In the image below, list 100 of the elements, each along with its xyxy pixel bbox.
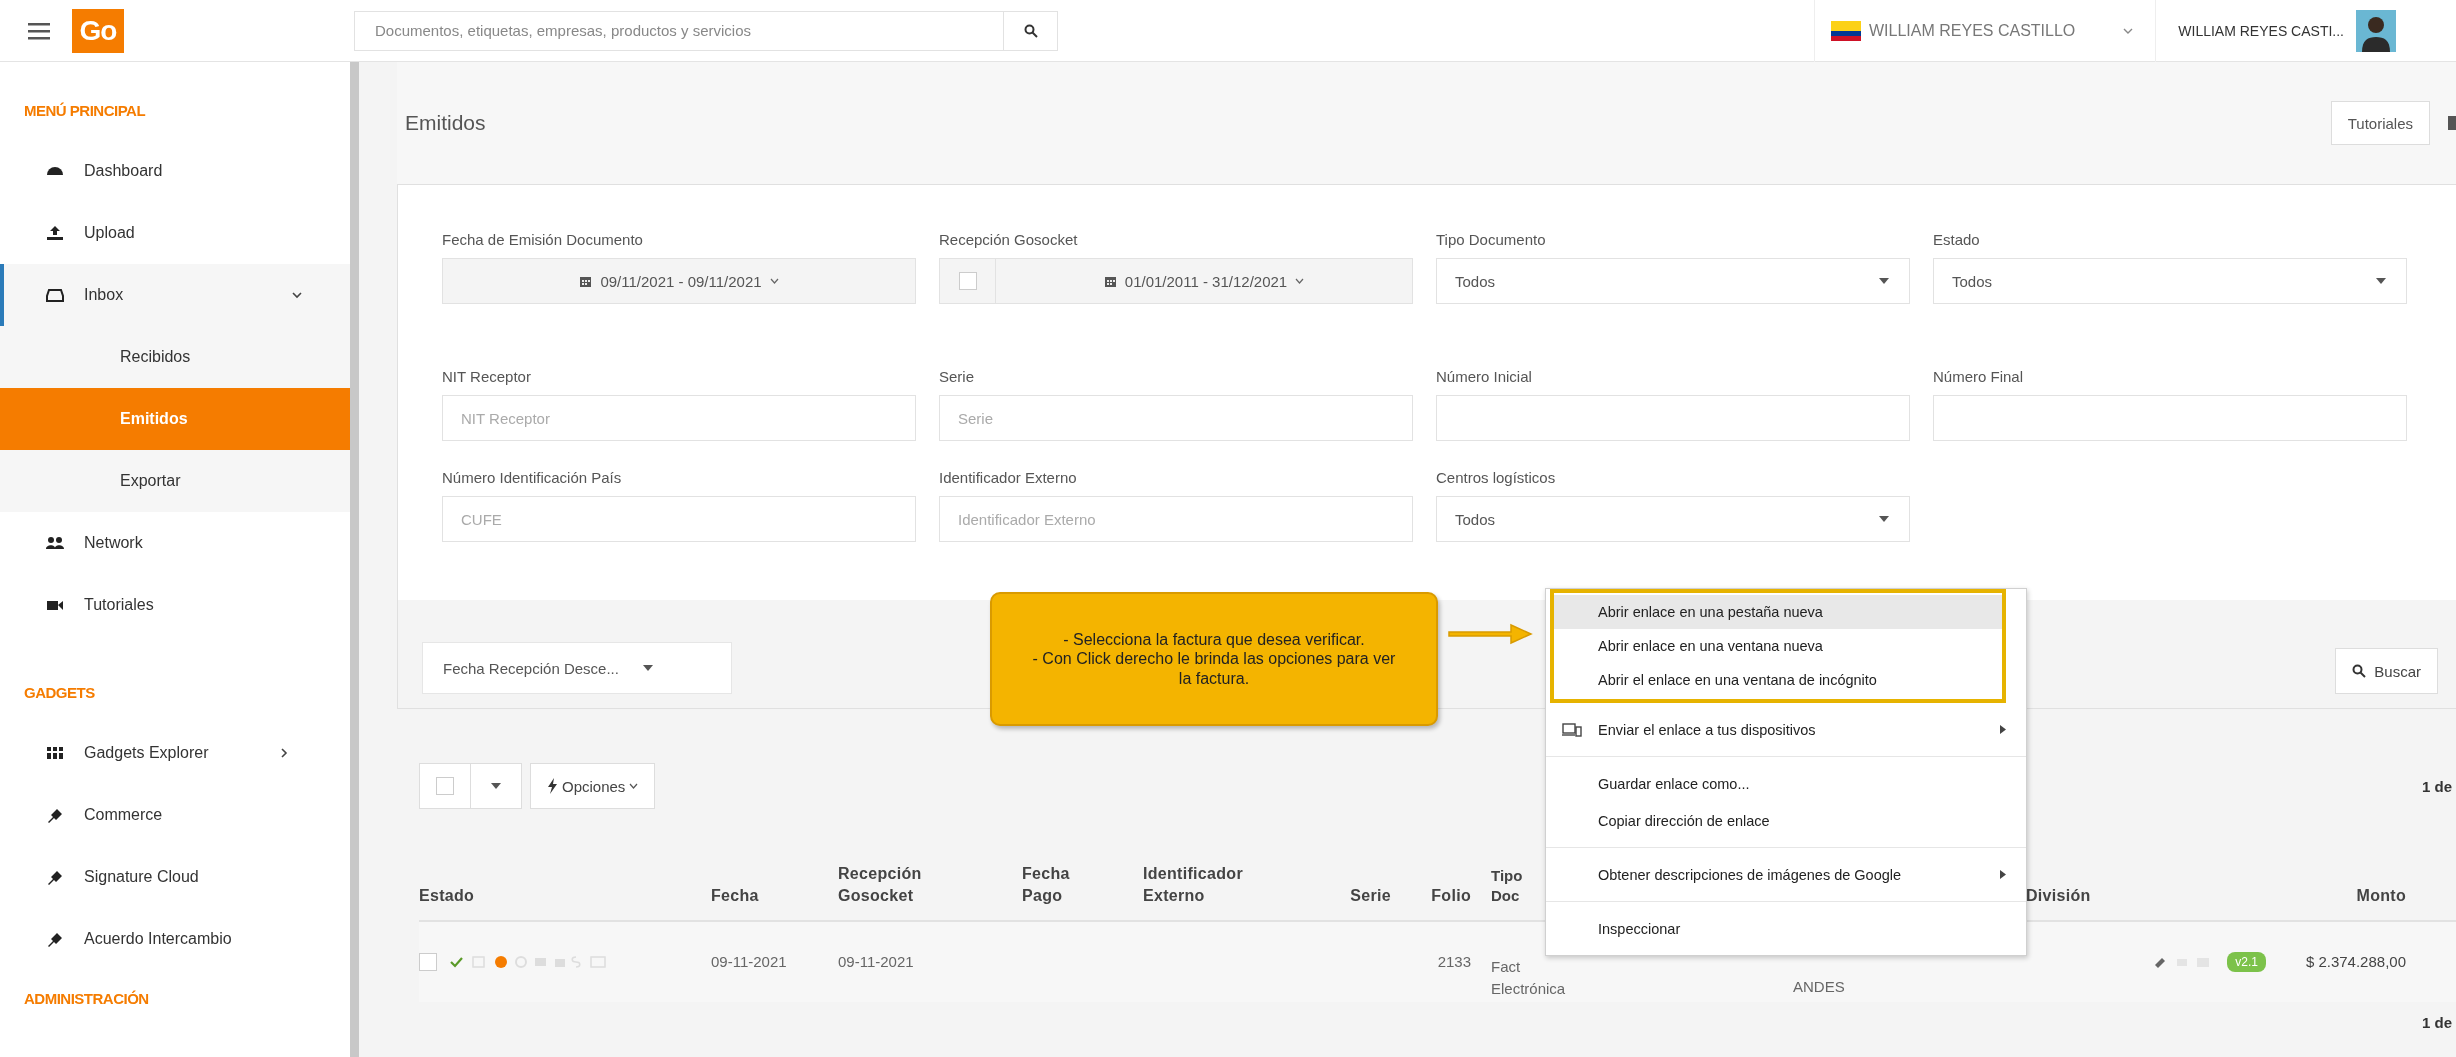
grid-icon — [46, 745, 64, 761]
submenu-arrow-icon — [2000, 725, 2006, 734]
table-cell-text: Fact Electrónica — [1490, 957, 1567, 1000]
caret-icon — [1295, 278, 1305, 284]
field-label: NIT Receptor — [442, 368, 532, 385]
menu-item[interactable]: Obtener descripciones de imágenes de Google — [1546, 856, 2026, 893]
chevron-icon — [278, 748, 289, 758]
sidebar-subitem[interactable]: Recibidos — [0, 326, 350, 388]
inbox-icon — [46, 287, 64, 303]
dropdown-arrow-icon — [1879, 516, 1889, 522]
table-cell-text: $ 2.374.288,00 — [2304, 951, 2407, 972]
input-field[interactable]: CUFE — [442, 496, 916, 542]
plug-icon — [46, 807, 64, 823]
sidebar-item[interactable]: Dashboard — [0, 140, 350, 202]
company-name[interactable]: WILLIAM REYES CASTILLO — [1869, 21, 2076, 40]
sidebar-subitem[interactable]: Exportar — [0, 450, 350, 512]
calendar-icon — [1103, 274, 1117, 288]
table-cell-text: 09-11-2021 — [711, 951, 788, 972]
pagination-text: 1 de — [2422, 777, 2452, 795]
table-cell-text: 2133 — [1436, 951, 1472, 972]
menu-item[interactable]: Inspeccionar — [1546, 910, 2026, 947]
search-field[interactable]: Documentos, etiquetas, empresas, productos y servicios — [354, 10, 1004, 51]
select-field[interactable]: Todos — [1436, 496, 1910, 542]
caret-icon[interactable] — [2123, 27, 2134, 34]
pagination-text: 1 de — [2422, 1013, 2452, 1031]
sidebar-item[interactable]: Inbox — [0, 264, 350, 326]
page-title: Emitidos — [405, 111, 486, 135]
input-field[interactable] — [1436, 395, 1910, 441]
input-field[interactable]: NIT Receptor — [442, 395, 916, 441]
column-header[interactable]: Folio — [1401, 884, 1481, 907]
calendar-icon — [579, 274, 593, 288]
date-range-picker[interactable]: 01/01/2011 - 31/12/2021 — [995, 258, 1413, 304]
field-label: Número Final — [1933, 368, 2025, 385]
table-cell-text: ANDES — [1792, 976, 1846, 997]
tutorials-button[interactable]: Tutoriales — [2330, 101, 2430, 145]
chevron-icon — [292, 290, 302, 300]
section-title: ADMINISTRACIÓN — [23, 989, 150, 1009]
select-all-checkbox[interactable] — [436, 777, 454, 795]
input-field[interactable]: Serie — [939, 395, 1413, 441]
column-header[interactable]: Estado — [419, 884, 711, 907]
field-label: Fecha de Emisión Documento — [442, 231, 644, 248]
sidebar-item[interactable]: Signature Cloud — [0, 846, 350, 908]
menu-item[interactable]: Abrir enlace en una pestaña nueva — [1554, 595, 2002, 629]
section-title: GADGETS — [23, 683, 96, 703]
caret-icon — [629, 783, 639, 789]
menu-item[interactable]: Abrir el enlace en una ventana de incógnito — [1554, 663, 2002, 697]
dropdown-arrow-icon — [1879, 278, 1889, 284]
table-cell-text: 09-11-2021 — [838, 951, 915, 972]
select-field[interactable]: Todos — [1436, 258, 1910, 304]
menu-item[interactable]: Guardar enlace como... — [1546, 765, 2026, 802]
select-field[interactable]: Todos — [1933, 258, 2407, 304]
arrow-icon — [1445, 622, 1533, 646]
column-header[interactable]: Fecha — [711, 884, 838, 907]
options-button[interactable]: Opciones — [530, 763, 656, 809]
devices-icon — [1562, 722, 1582, 737]
field-label: Identificador Externo — [939, 469, 1078, 486]
submenu-arrow-icon — [2000, 870, 2006, 879]
menu-icon[interactable] — [28, 21, 50, 40]
menu-item[interactable]: Abrir enlace en una ventana nueva — [1554, 629, 2002, 663]
field-label: Recepción Gosocket — [939, 231, 1079, 248]
field-label: Tipo Documento — [1436, 231, 1547, 248]
sidebar-item[interactable]: Tutoriales — [0, 574, 350, 636]
field-label: Número Identificación País — [442, 469, 623, 486]
search-button[interactable]: Buscar — [2335, 648, 2438, 694]
row-checkbox[interactable] — [419, 953, 437, 972]
dropdown-arrow-icon — [642, 665, 653, 671]
user-name[interactable]: WILLIAM REYES CASTI... — [2178, 22, 2344, 39]
sidebar-item[interactable]: Upload — [0, 202, 350, 264]
menu-item[interactable]: Enviar el enlace a tus dispositivos — [1546, 711, 2026, 748]
sidebar-item[interactable]: Gadgets Explorer — [0, 722, 350, 784]
users-icon — [46, 535, 64, 551]
column-header[interactable]: División — [2026, 884, 2266, 907]
sort-dropdown[interactable]: Fecha Recepción Desce... — [422, 642, 732, 694]
field-label: Serie — [939, 368, 976, 385]
search-button[interactable] — [1004, 10, 1058, 51]
search-icon — [2352, 664, 2367, 678]
column-header[interactable]: Identificador Externo — [1143, 863, 1345, 907]
input-field[interactable]: Identificador Externo — [939, 496, 1413, 542]
dropdown-arrow-icon — [2376, 278, 2386, 284]
date-range-picker[interactable]: 09/11/2021 - 09/11/2021 — [442, 258, 916, 304]
input-field[interactable] — [1933, 395, 2407, 441]
field-label: Número Inicial — [1436, 368, 1533, 385]
checkbox[interactable] — [958, 272, 977, 290]
column-header[interactable]: Fecha Pago — [1022, 863, 1143, 907]
sidebar-item[interactable]: Acuerdo Intercambio — [0, 908, 350, 970]
dropdown-arrow-icon[interactable] — [491, 783, 501, 789]
section-title: MENÚ PRINCIPAL — [23, 101, 147, 121]
column-header[interactable]: Monto — [2266, 884, 2416, 907]
sidebar-item[interactable]: Commerce — [0, 784, 350, 846]
search-icon — [1023, 23, 1038, 38]
field-label: Estado — [1933, 231, 1981, 248]
plug-icon — [46, 931, 64, 947]
version-badge: v2.1 — [2227, 952, 2266, 973]
column-header[interactable]: Recepción Gosocket — [838, 863, 1022, 907]
flag-icon — [1831, 20, 1861, 41]
column-header[interactable]: Serie — [1345, 884, 1401, 907]
sidebar-item[interactable]: Network — [0, 512, 350, 574]
caret-icon — [769, 278, 779, 284]
avatar-icon[interactable] — [2356, 9, 2396, 52]
menu-item[interactable]: Copiar dirección de enlace — [1546, 802, 2026, 839]
